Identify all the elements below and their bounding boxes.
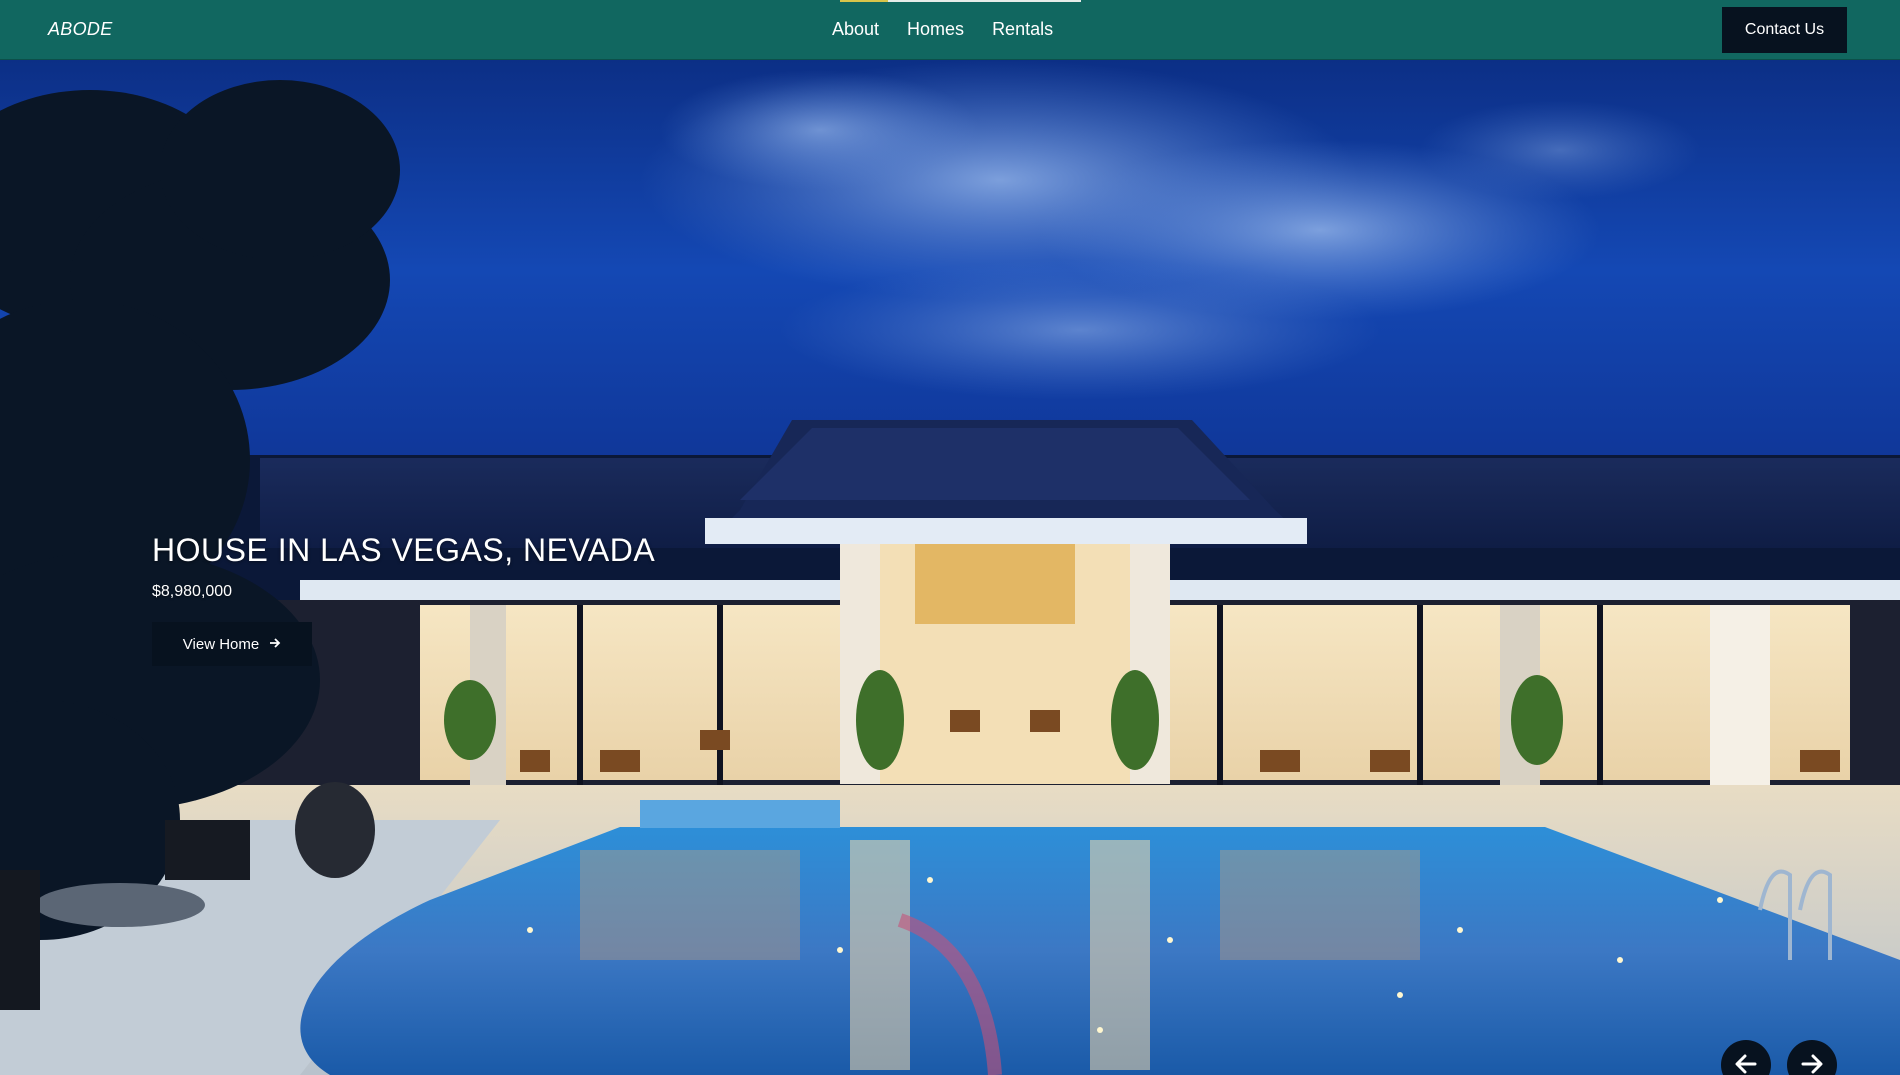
nav-link-rentals[interactable]: Rentals bbox=[992, 19, 1053, 40]
site-logo[interactable]: ABODE bbox=[48, 19, 113, 40]
hero-carousel: HOUSE IN LAS VEGAS, NEVADA $8,980,000 Vi… bbox=[0, 60, 1900, 1075]
arrow-right-icon bbox=[1801, 1053, 1823, 1075]
arrow-right-icon bbox=[269, 636, 281, 652]
main-nav: About Homes Rentals bbox=[832, 19, 1081, 40]
nav-link-homes[interactable]: Homes bbox=[907, 19, 964, 40]
nav-link-about[interactable]: About bbox=[832, 19, 879, 40]
nav-scroll-indicator-progress bbox=[840, 0, 888, 2]
hero-price: $8,980,000 bbox=[152, 583, 233, 600]
nav-scroll-indicator bbox=[840, 0, 1081, 2]
top-navbar: ABODE About Homes Rentals Contact Us bbox=[0, 0, 1900, 60]
view-home-label: View Home bbox=[182, 635, 260, 653]
contact-us-button[interactable]: Contact Us bbox=[1722, 7, 1847, 53]
arrow-left-icon bbox=[1735, 1053, 1757, 1075]
hero-title: HOUSE IN LAS VEGAS, NEVADA bbox=[152, 532, 656, 568]
view-home-button[interactable]: View Home bbox=[152, 622, 312, 666]
